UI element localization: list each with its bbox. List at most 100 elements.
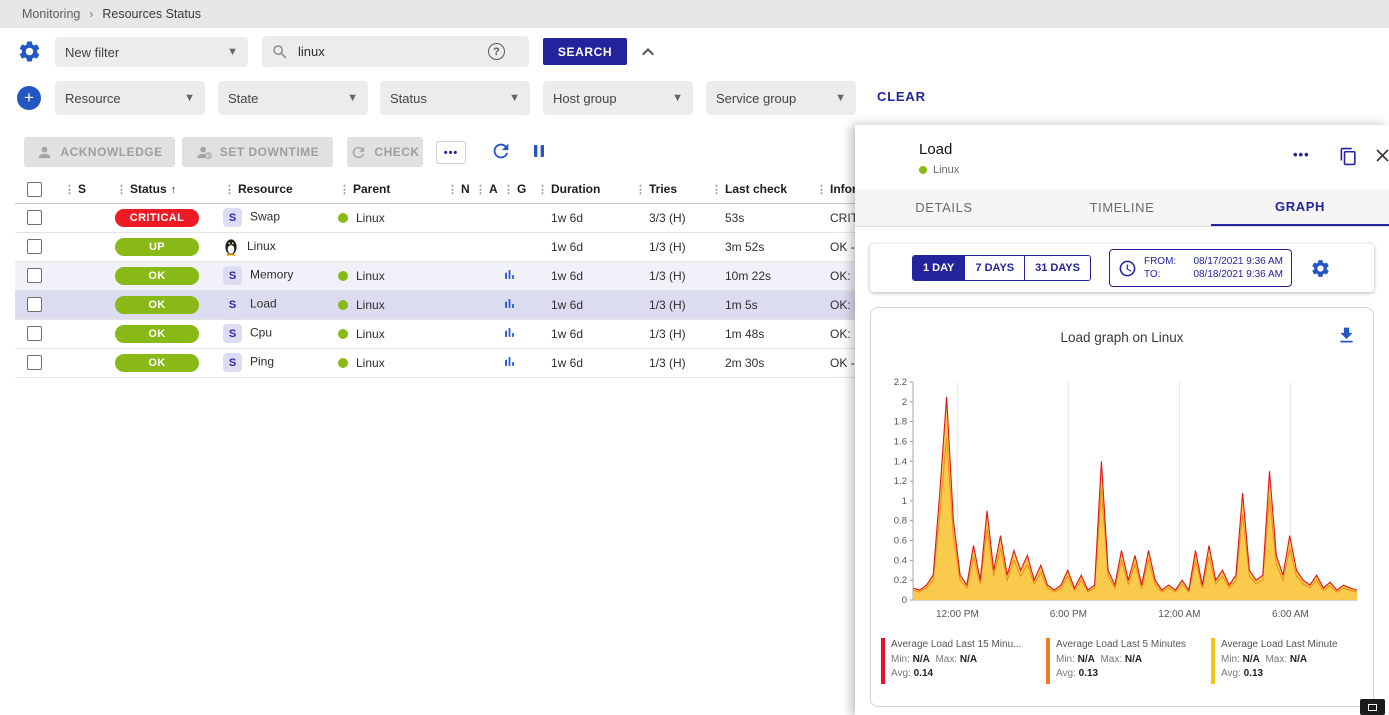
filter-servicegroup-select[interactable]: Service group▼ (706, 81, 856, 115)
chevron-up-icon[interactable] (636, 40, 660, 64)
parent-name[interactable]: Linux (356, 298, 385, 312)
last-check-cell: 1m 5s (710, 290, 815, 319)
search-input[interactable] (298, 44, 488, 59)
clock-icon (1118, 259, 1137, 278)
column-header-state[interactable]: S (78, 182, 86, 196)
graph-icon[interactable] (502, 267, 517, 282)
legend-item[interactable]: Average Load Last 15 Minu...Min: N/A Max… (881, 638, 1046, 684)
search-button[interactable]: SEARCH (543, 38, 627, 65)
filter-state-select[interactable]: State▼ (218, 81, 368, 115)
column-header-parent[interactable]: Parent (353, 182, 390, 196)
parent-name[interactable]: Linux (356, 356, 385, 370)
graph-icon[interactable] (502, 325, 517, 340)
breadcrumb-monitoring[interactable]: Monitoring (22, 7, 80, 21)
row-checkbox[interactable] (27, 297, 42, 312)
clear-filters-button[interactable]: CLEAR (877, 89, 926, 104)
select-all-checkbox[interactable] (27, 182, 42, 197)
duration-cell: 1w 6d (536, 348, 634, 377)
tab-details[interactable]: DETAILS (855, 189, 1033, 226)
close-icon[interactable] (1372, 145, 1389, 166)
column-header-resource[interactable]: Resource (238, 182, 293, 196)
panel-more-actions-icon[interactable]: ••• (1293, 147, 1310, 162)
legend-item[interactable]: Average Load Last 5 MinutesMin: N/A Max:… (1046, 638, 1211, 684)
column-header-duration[interactable]: Duration (551, 182, 600, 196)
resource-name[interactable]: Swap (250, 210, 280, 224)
check-button[interactable]: CHECK (347, 137, 423, 167)
filter-status-label: Status (390, 91, 427, 106)
resource-name[interactable]: Linux (247, 239, 276, 253)
resource-name[interactable]: Memory (250, 268, 293, 282)
resource-name[interactable]: Cpu (250, 326, 272, 340)
copy-link-icon[interactable] (1339, 147, 1358, 166)
pause-button[interactable] (527, 140, 551, 164)
graph-settings-gear-icon[interactable] (1310, 258, 1331, 279)
column-kebab-icon[interactable]: ⋮ (635, 184, 646, 196)
filter-resource-select[interactable]: Resource▼ (55, 81, 205, 115)
status-badge: OK (115, 354, 199, 372)
filter-status-select[interactable]: Status▼ (380, 81, 530, 115)
column-kebab-icon[interactable]: ⋮ (224, 184, 235, 196)
custom-time-period[interactable]: FROM:08/17/2021 9:36 AM TO:08/18/2021 9:… (1109, 249, 1292, 287)
column-header-information[interactable]: Infor (830, 182, 857, 196)
parent-name[interactable]: Linux (356, 327, 385, 341)
column-header-tries[interactable]: Tries (649, 182, 677, 196)
row-checkbox[interactable] (27, 355, 42, 370)
svg-text:1: 1 (902, 496, 907, 507)
breadcrumb-resources-status[interactable]: Resources Status (102, 7, 201, 21)
filter-settings-gear-icon[interactable] (17, 39, 42, 64)
export-graph-button[interactable] (1336, 325, 1357, 346)
svg-text:0.4: 0.4 (894, 555, 907, 566)
legend-item[interactable]: Average Load Last MinuteMin: N/A Max: N/… (1211, 638, 1376, 684)
range-1-day-button[interactable]: 1 DAY (913, 256, 965, 280)
column-kebab-icon[interactable]: ⋮ (116, 184, 127, 196)
resource-name[interactable]: Ping (250, 355, 274, 369)
corner-overlay-icon[interactable] (1360, 699, 1385, 715)
column-header-status[interactable]: Status (130, 182, 167, 196)
search-box[interactable]: ? (262, 36, 529, 67)
refresh-button[interactable] (489, 140, 513, 164)
row-checkbox[interactable] (27, 326, 42, 341)
load-chart[interactable]: 12:00 PM6:00 PM12:00 AM6:00 AM00.20.40.6… (879, 368, 1367, 626)
column-kebab-icon[interactable]: ⋮ (711, 184, 722, 196)
column-header-notes[interactable]: N (461, 182, 470, 196)
column-kebab-icon[interactable]: ⋮ (503, 184, 514, 196)
filter-hostgroup-select[interactable]: Host group▼ (543, 81, 693, 115)
set-downtime-button[interactable]: SET DOWNTIME (182, 137, 333, 167)
column-kebab-icon[interactable]: ⋮ (339, 184, 350, 196)
row-checkbox[interactable] (27, 268, 42, 283)
column-kebab-icon[interactable]: ⋮ (475, 184, 486, 196)
column-kebab-icon[interactable]: ⋮ (816, 184, 827, 196)
sort-asc-icon[interactable]: ↑ (171, 184, 177, 196)
column-kebab-icon[interactable]: ⋮ (537, 184, 548, 196)
search-help-icon[interactable]: ? (488, 43, 505, 60)
graph-icon[interactable] (502, 354, 517, 369)
range-7-days-button[interactable]: 7 DAYS (965, 256, 1025, 280)
tab-timeline[interactable]: TIMELINE (1033, 189, 1211, 226)
column-kebab-icon[interactable]: ⋮ (447, 184, 458, 196)
from-label: FROM: (1144, 255, 1176, 268)
svg-text:0.2: 0.2 (894, 575, 907, 586)
panel-parent-name[interactable]: Linux (933, 164, 959, 176)
svg-text:0: 0 (902, 595, 907, 606)
column-header-graph[interactable]: G (517, 182, 526, 196)
column-header-action[interactable]: A (489, 182, 498, 196)
parent-name[interactable]: Linux (356, 269, 385, 283)
column-header-lastcheck[interactable]: Last check (725, 182, 787, 196)
parent-name[interactable]: Linux (356, 211, 385, 225)
range-31-days-button[interactable]: 31 DAYS (1025, 256, 1090, 280)
acknowledge-button[interactable]: ACKNOWLEDGE (24, 137, 175, 167)
svg-text:6:00 PM: 6:00 PM (1050, 609, 1087, 620)
tab-graph[interactable]: GRAPH (1211, 189, 1389, 226)
more-actions-button[interactable]: ••• (436, 141, 466, 164)
column-kebab-icon[interactable]: ⋮ (64, 184, 75, 196)
add-criteria-button[interactable]: + (17, 86, 41, 110)
action-cell (474, 232, 502, 261)
resource-name[interactable]: Load (250, 297, 277, 311)
parent-status-dot (338, 358, 348, 368)
graph-icon[interactable] (502, 296, 517, 311)
parent-status-dot (919, 166, 927, 174)
saved-filter-select[interactable]: New filter ▼ (55, 37, 248, 67)
row-checkbox[interactable] (27, 239, 42, 254)
row-checkbox[interactable] (27, 210, 42, 225)
chevron-down-icon: ▼ (835, 92, 846, 104)
